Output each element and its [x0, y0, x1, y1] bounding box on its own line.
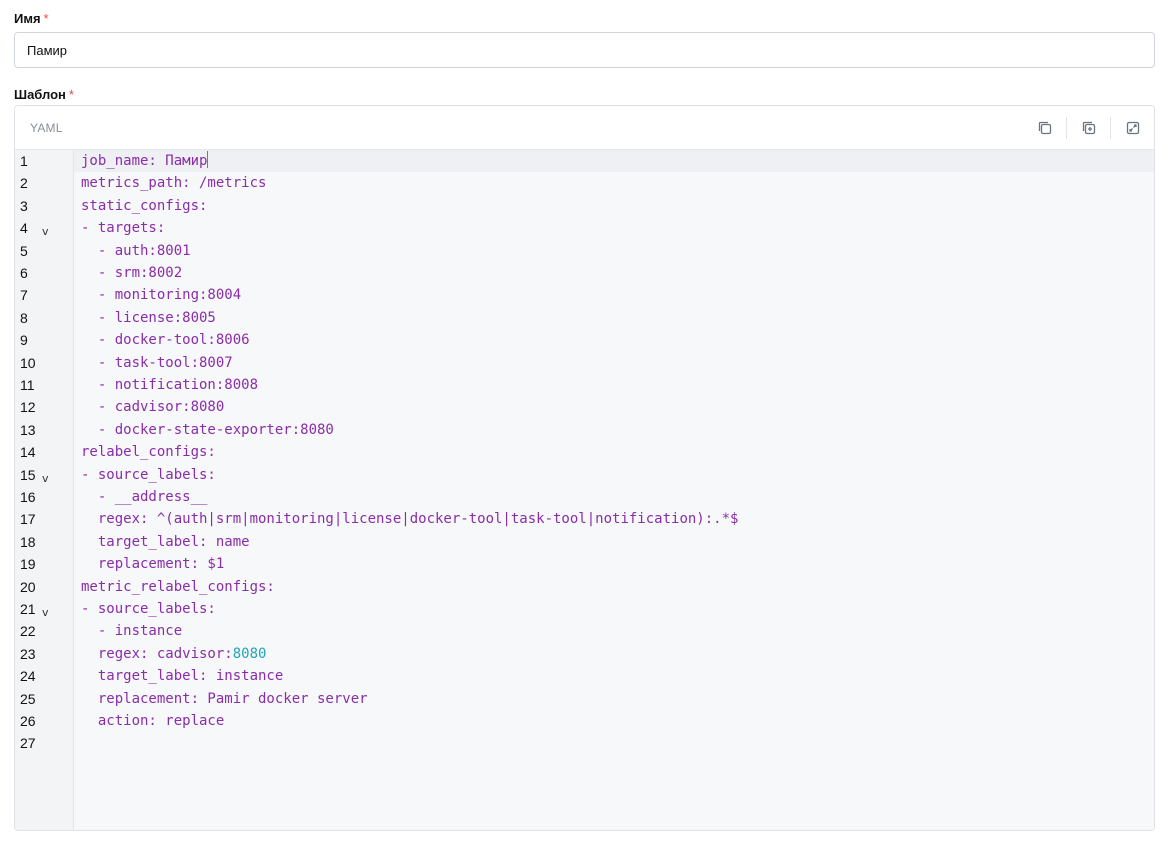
line-number: 24: [20, 668, 36, 685]
code-line: - task-tool:8007: [81, 354, 233, 371]
line-number: 6: [20, 265, 28, 281]
template-field-label: Шаблон *: [14, 87, 74, 102]
code-line: - source_labels:: [81, 601, 216, 617]
expand-icon: [1126, 121, 1139, 134]
code-line: job_name: Памир: [81, 151, 209, 169]
editor-header: YAML: [15, 106, 1154, 150]
required-asterisk: *: [68, 87, 74, 102]
code-line: - source_labels:: [81, 466, 216, 483]
line-number: 9: [20, 332, 28, 349]
line-number: 11: [20, 377, 35, 393]
name-label-text: Имя: [14, 11, 41, 26]
code-line: replacement: $1: [81, 556, 225, 573]
template-label-text: Шаблон: [14, 87, 66, 102]
code-line: static_configs:: [81, 197, 208, 214]
line-number: 4v: [15, 217, 73, 239]
yaml-code-editor[interactable]: YAML 1 2 3 4 v 5 6 7 8 9 10 11 12 13 14 …: [14, 105, 1155, 831]
line-number: 12: [20, 399, 36, 416]
active-line-highlight: [74, 150, 1154, 172]
line-number: 18: [20, 533, 36, 550]
code-line: regex: cadvisor:8080: [81, 645, 267, 662]
line-number: 27: [20, 735, 36, 752]
code-line: replacement: Pamir docker server: [81, 690, 368, 707]
code-line: - instance: [81, 623, 183, 640]
line-number: 15 v: [15, 464, 73, 486]
copy-icon: [1038, 121, 1051, 134]
line-number: 2: [20, 175, 28, 192]
editor-body: 1 2 3 4 v 5 6 7 8 9 10 11 12 13 14 15 v 16 17 18 19 20 21 v 22 23…: [15, 150, 1154, 830]
editor-toolbar: [1023, 106, 1154, 149]
duplicate-icon: [1082, 121, 1095, 134]
duplicate-button[interactable]: [1067, 106, 1110, 150]
number-token: 8080: [232, 645, 267, 662]
code-line: target_label: instance: [81, 668, 284, 685]
code-line: relabel_configs:: [81, 444, 216, 461]
code-line: - srm:8002: [81, 265, 183, 281]
line-number: 19: [20, 556, 36, 573]
line-number: 14: [20, 444, 36, 461]
code-line: - docker-tool:8006: [81, 332, 250, 349]
code-line: regex: ^(auth|srm|monitoring|license|doc…: [81, 511, 739, 528]
code-line: - cadvisor:8080: [81, 399, 225, 416]
code-line: - license:8005: [81, 309, 216, 326]
expand-button[interactable]: [1111, 106, 1154, 150]
line-number: 17: [20, 511, 36, 528]
line-number: 22: [20, 623, 36, 640]
code-line: metric_relabel_configs:: [81, 578, 275, 595]
line-number: 25: [20, 690, 36, 707]
line-number: 1: [20, 153, 28, 169]
line-number: 23: [20, 645, 36, 662]
line-number: 20: [20, 578, 36, 595]
required-asterisk: *: [43, 11, 49, 26]
code-line: - notification:8008: [81, 377, 259, 393]
line-number: 5: [20, 242, 28, 259]
line-number: 10: [20, 354, 36, 371]
code-line: - __address__: [81, 489, 208, 505]
language-label: YAML: [30, 120, 63, 135]
line-number: 21 v: [15, 598, 73, 620]
line-number: 3: [20, 197, 28, 214]
line-number: 13: [20, 421, 36, 438]
code-line: metrics_path: /metrics: [81, 175, 267, 192]
copy-button[interactable]: [1023, 106, 1066, 150]
line-number: 26: [20, 713, 36, 729]
code-line: - auth:8001: [81, 242, 191, 259]
code-line: - monitoring:8004: [81, 287, 242, 304]
code-line: - docker-state-exporter:8080: [81, 421, 334, 438]
text-cursor: [207, 151, 209, 168]
name-field-label: Имя *: [14, 11, 49, 26]
code-content[interactable]: job_name: Памир metrics_path: /metrics sta…: [74, 150, 1154, 830]
name-input[interactable]: [14, 32, 1155, 68]
line-number: 7: [20, 287, 28, 304]
line-number: 8: [20, 309, 28, 326]
code-line: action: replace: [81, 713, 225, 729]
code-line: target_label: name: [81, 533, 250, 550]
line-number-gutter: 1 2 3 4 v 5 6 7 8 9 10 11 12 13 14 15 v 16 17 18 19 20 21 v 22 23…: [15, 150, 74, 830]
line-number: 16: [20, 489, 36, 505]
code-line: - targets:: [81, 220, 166, 237]
